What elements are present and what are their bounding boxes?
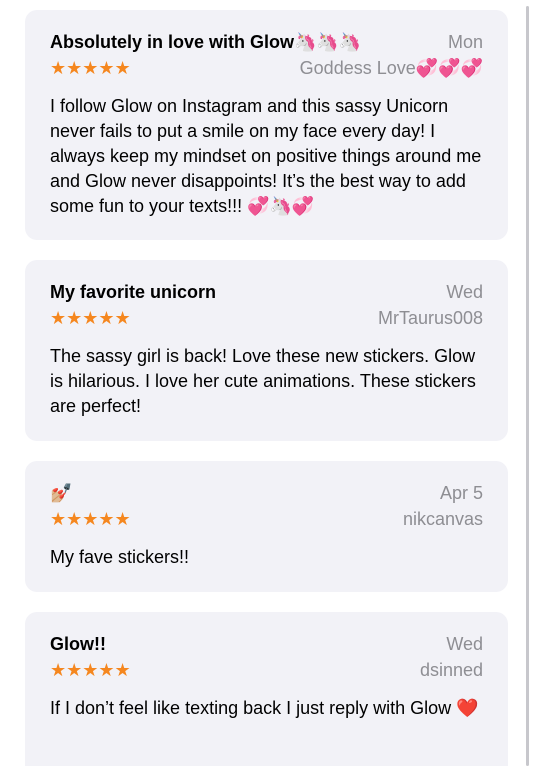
reviewer-name: Goddess Love💞💞💞: [299, 57, 483, 78]
review-title: My favorite unicorn: [50, 281, 217, 302]
review-title: Glow!!: [50, 633, 106, 654]
review-body: I follow Glow on Instagram and this sass…: [50, 96, 482, 216]
review-body: If I don’t feel like texting back I just…: [50, 698, 479, 718]
reviews-page: Absolutely in love with Glow🦄🦄🦄 Mon ★★★★…: [0, 0, 533, 766]
review-title: 💅🏼: [50, 482, 73, 504]
review-date: Wed: [446, 633, 483, 654]
star-rating: ★★★★★: [50, 308, 131, 328]
review-date: Mon: [447, 31, 483, 52]
reviewer-name: dsinned: [419, 659, 483, 680]
review-card[interactable]: My favorite unicorn Wed ★★★★★ MrTaurus00…: [25, 260, 508, 441]
star-rating: ★★★★★: [50, 58, 131, 78]
scrollbar[interactable]: [526, 6, 529, 766]
review-date: Wed: [446, 281, 483, 302]
review-card[interactable]: 💅🏼 Apr 5 ★★★★★ nikcanvas My fave sticker…: [25, 461, 508, 592]
review-header: Absolutely in love with Glow🦄🦄🦄 Mon: [50, 30, 483, 54]
review-header: 💅🏼 Apr 5: [50, 481, 483, 505]
review-title: Absolutely in love with Glow🦄🦄🦄: [50, 31, 362, 52]
star-rating: ★★★★★: [50, 509, 131, 529]
review-body: My fave stickers!!: [50, 547, 190, 567]
review-card[interactable]: Glow!! Wed ★★★★★ dsinned If I don’t feel…: [25, 612, 508, 766]
review-meta: ★★★★★ MrTaurus008: [50, 306, 483, 330]
review-body: The sassy girl is back! Love these new s…: [50, 346, 476, 416]
review-meta: ★★★★★ nikcanvas: [50, 507, 483, 531]
star-rating: ★★★★★: [50, 660, 131, 680]
review-date: Apr 5: [439, 482, 483, 503]
review-meta: ★★★★★ Goddess Love💞💞💞: [50, 56, 483, 80]
review-header: My favorite unicorn Wed: [50, 280, 483, 304]
review-meta: ★★★★★ dsinned: [50, 658, 483, 682]
review-header: Glow!! Wed: [50, 632, 483, 656]
reviewer-name: nikcanvas: [402, 508, 483, 529]
review-card[interactable]: Absolutely in love with Glow🦄🦄🦄 Mon ★★★★…: [25, 10, 508, 240]
reviewer-name: MrTaurus008: [377, 307, 483, 328]
